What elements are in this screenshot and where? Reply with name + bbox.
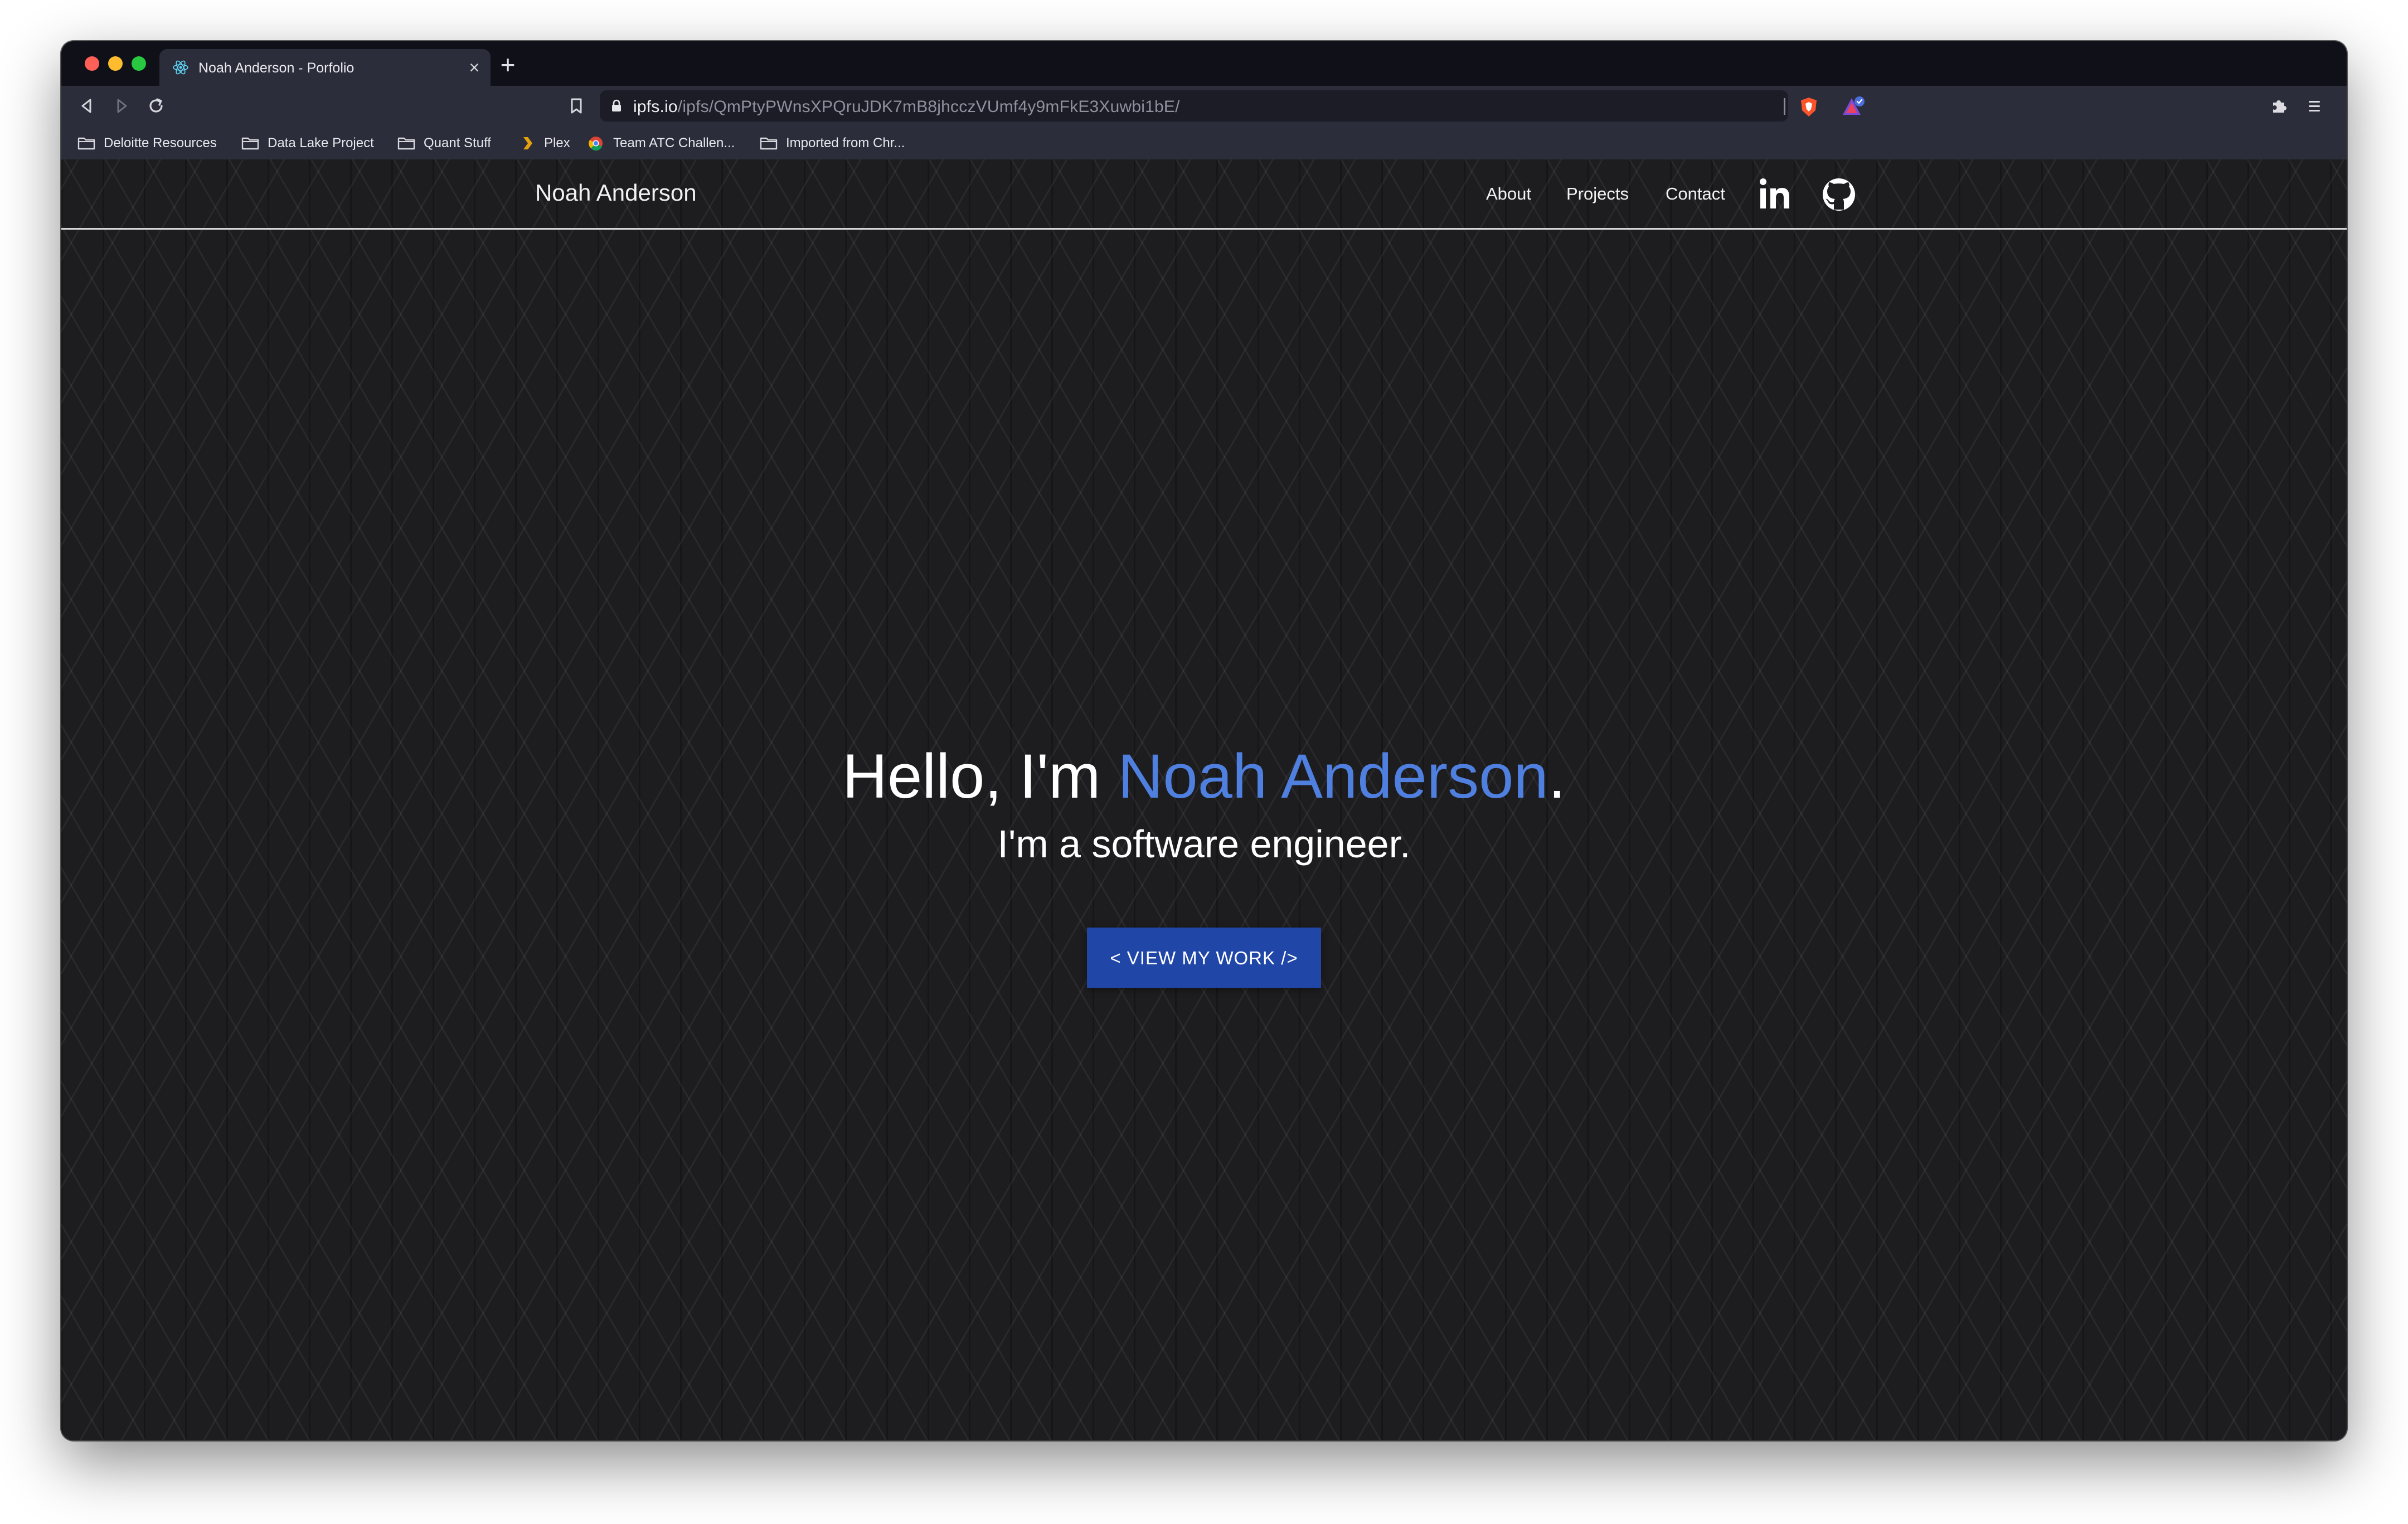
folder-icon	[241, 137, 259, 150]
back-button[interactable]	[76, 95, 98, 117]
nav-contact-link[interactable]: Contact	[1666, 184, 1725, 204]
puzzle-icon	[2273, 100, 2286, 113]
tab-title: Noah Anderson - Porfolio	[198, 60, 355, 76]
plex-icon	[523, 137, 532, 149]
site-navbar: Noah Anderson About Projects Contact	[61, 159, 2347, 230]
bookmark-team-atc[interactable]: Team ATC Challen...	[586, 135, 735, 152]
brave-shields-icon[interactable]	[1798, 96, 1819, 118]
forward-arrow-icon	[117, 99, 127, 113]
bookmark-label: Deloitte Resources	[104, 135, 217, 151]
bookmark-label: Plex	[544, 135, 570, 151]
extensions-button[interactable]	[2269, 96, 2289, 116]
zoom-window-button[interactable]	[132, 56, 146, 71]
hamburger-menu-icon	[2309, 101, 2320, 111]
forward-button[interactable]	[110, 95, 133, 117]
browser-window: Noah Anderson - Porfolio × + ipfs.io/ipf…	[61, 41, 2347, 1440]
bookmark-quant-stuff[interactable]: Quant Stuff	[397, 135, 491, 152]
url-divider	[1784, 98, 1785, 115]
bookmark-label: Team ATC Challen...	[613, 135, 735, 151]
reload-icon	[149, 98, 163, 113]
hero-greeting: Hello, I'm Noah Anderson.	[61, 739, 2347, 814]
folder-icon	[77, 137, 95, 150]
close-window-button[interactable]	[85, 56, 99, 71]
bookmark-label: Imported from Chr...	[786, 135, 905, 151]
reload-button[interactable]	[145, 95, 167, 117]
bookmark-icon	[571, 98, 582, 114]
hero-greeting-prefix: Hello, I'm	[842, 741, 1118, 811]
nav-projects-link[interactable]: Projects	[1566, 184, 1629, 204]
url-path: /ipfs/QmPtyPWnsXPQruJDK7mB8jhcczVUmf4y9m…	[677, 98, 1180, 116]
bookmark-plex[interactable]: Plex	[517, 135, 570, 152]
site-brand[interactable]: Noah Anderson	[535, 179, 697, 206]
bookmark-imported-from-chrome[interactable]: Imported from Chr...	[759, 135, 905, 152]
view-my-work-button[interactable]: < VIEW MY WORK />	[1087, 928, 1321, 988]
bookmark-deloitte-resources[interactable]: Deloitte Resources	[77, 135, 217, 152]
github-icon[interactable]	[1820, 176, 1857, 213]
tab-active[interactable]: Noah Anderson - Porfolio ×	[159, 49, 491, 86]
chrome-icon	[589, 137, 603, 151]
hero-name: Noah Anderson	[1118, 741, 1548, 811]
lock-icon	[612, 99, 621, 111]
browser-menu-button[interactable]	[2304, 96, 2324, 116]
tab-close-button[interactable]: ×	[464, 57, 485, 78]
react-icon	[173, 60, 188, 75]
bookmarks-bar: Deloitte Resources Data Lake Project Qua…	[61, 126, 2347, 159]
new-tab-button[interactable]: +	[496, 52, 520, 77]
folder-icon	[760, 137, 778, 150]
folder-icon	[397, 137, 415, 150]
minimize-window-button[interactable]	[108, 56, 123, 71]
tab-strip: Noah Anderson - Porfolio × +	[61, 41, 2347, 86]
brave-rewards-icon[interactable]	[1841, 95, 1866, 119]
url-text: ipfs.io/ipfs/QmPtyPWnsXPQruJDK7mB8jhcczV…	[633, 98, 1180, 117]
linkedin-icon[interactable]	[1757, 176, 1794, 213]
nav-about-link[interactable]: About	[1486, 184, 1531, 204]
address-bar[interactable]: ipfs.io/ipfs/QmPtyPWnsXPQruJDK7mB8jhcczV…	[600, 90, 1865, 122]
url-host: ipfs.io	[633, 98, 678, 116]
bookmark-label: Quant Stuff	[424, 135, 491, 151]
page-viewport: Noah Anderson About Projects Contact Hel…	[61, 159, 2347, 1440]
bookmark-data-lake-project[interactable]: Data Lake Project	[241, 135, 374, 152]
hero-greeting-suffix: .	[1548, 741, 1566, 811]
bookmark-label: Data Lake Project	[268, 135, 374, 151]
hero-subtitle: I'm a software engineer.	[997, 822, 1411, 866]
browser-toolbar: ipfs.io/ipfs/QmPtyPWnsXPQruJDK7mB8jhcczV…	[61, 86, 2347, 126]
back-arrow-icon	[81, 99, 91, 113]
bookmark-page-button[interactable]	[566, 96, 586, 116]
